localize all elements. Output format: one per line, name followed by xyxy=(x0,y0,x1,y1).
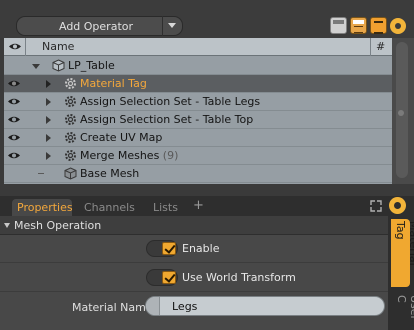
list-scrollbar[interactable] xyxy=(392,38,414,184)
expand-arrow-icon[interactable] xyxy=(46,116,51,124)
mesh-cube-icon xyxy=(64,167,77,180)
gear-icon xyxy=(65,132,76,143)
expand-arrow-icon[interactable] xyxy=(46,152,51,160)
material-name-label: Material Name xyxy=(72,301,153,314)
add-operator-button[interactable]: Add Operator xyxy=(16,16,183,36)
section-title: Mesh Operation xyxy=(14,219,102,232)
section-header[interactable]: Mesh Operation xyxy=(0,216,388,235)
expand-arrow-icon[interactable] xyxy=(46,98,51,106)
add-operator-label: Add Operator xyxy=(58,20,134,33)
material-name-row: Material Name Legs xyxy=(0,293,388,321)
eye-icon[interactable] xyxy=(7,79,21,88)
side-tab-label: Material Tag xyxy=(394,221,414,266)
table-view-icon[interactable] xyxy=(350,17,367,34)
collapse-arrow-icon[interactable] xyxy=(4,223,10,228)
checkmark-icon xyxy=(162,242,176,255)
gear-icon xyxy=(65,96,76,107)
list-view-icon[interactable] xyxy=(330,17,347,34)
expand-icon[interactable] xyxy=(370,200,382,212)
gear-icon xyxy=(65,114,76,125)
scrollbar-grip-icon xyxy=(398,110,404,116)
list-item-label: Base Mesh xyxy=(80,167,140,180)
field-grip[interactable] xyxy=(146,297,160,315)
list-item[interactable]: Merge Meshes (9) xyxy=(4,147,392,165)
visibility-column-header[interactable] xyxy=(4,38,26,56)
mesh-cube-icon xyxy=(52,59,65,72)
gear-icon xyxy=(65,78,76,89)
list-item[interactable]: Create UV Map xyxy=(4,129,392,147)
eye-icon[interactable] xyxy=(7,151,21,160)
list-header: Name # xyxy=(4,38,392,56)
operator-toolbar: Add Operator xyxy=(0,0,414,38)
world-transform-label: Use World Transform xyxy=(182,271,296,284)
expand-arrow-icon[interactable] xyxy=(46,80,51,88)
enable-row: Enable xyxy=(0,235,388,263)
add-tab-button[interactable]: + xyxy=(193,198,204,213)
list-item-count: (9) xyxy=(162,149,179,162)
eye-icon[interactable] xyxy=(7,97,21,106)
list-item-label: Create UV Map xyxy=(80,131,163,144)
row-divider xyxy=(0,291,388,292)
side-tab-material-tag[interactable]: Material Tag xyxy=(391,219,414,287)
list-item-label: Assign Selection Set - Table Legs xyxy=(80,95,261,108)
tab-properties[interactable]: Properties xyxy=(12,199,73,216)
tab-lists[interactable]: Lists xyxy=(142,199,188,216)
tab-label: Channels xyxy=(84,201,135,214)
column-divider[interactable] xyxy=(370,38,371,56)
enable-checkbox[interactable] xyxy=(146,240,178,257)
tab-channels[interactable]: Channels xyxy=(78,199,136,216)
side-tab-user-channels[interactable]: User C xyxy=(393,292,414,330)
operator-list: Name # LP_Table Material Tag Assign Sele… xyxy=(4,38,392,184)
material-name-field[interactable]: Legs xyxy=(145,296,385,316)
expand-arrow-icon[interactable] xyxy=(46,134,51,142)
properties-tabbar: Properties Channels Lists + xyxy=(0,196,414,216)
list-item[interactable]: Assign Selection Set - Table Top xyxy=(4,111,392,129)
list-item-label: Material Tag xyxy=(80,77,147,90)
world-transform-checkbox[interactable] xyxy=(146,269,178,286)
world-transform-row: Use World Transform xyxy=(0,264,388,292)
material-name-value: Legs xyxy=(172,300,198,313)
list-item-label: Assign Selection Set - Table Top xyxy=(80,113,254,126)
expand-arrow-icon[interactable] xyxy=(32,64,40,69)
tree-connector xyxy=(38,173,44,174)
list-item[interactable]: LP_Table xyxy=(4,57,392,75)
settings-icon[interactable] xyxy=(390,18,406,34)
list-item-label: Merge Meshes (9) xyxy=(80,149,178,162)
eye-icon[interactable] xyxy=(7,133,21,142)
list-item-label: LP_Table xyxy=(68,59,115,72)
enable-label: Enable xyxy=(182,242,220,255)
tab-label: Properties xyxy=(17,201,73,214)
list-item-name: Merge Meshes xyxy=(80,149,160,162)
properties-panel: Mesh Operation Enable Use World Transfor… xyxy=(0,216,388,330)
gear-icon[interactable] xyxy=(389,197,406,214)
side-tab-label: User C xyxy=(395,295,414,321)
panel-divider[interactable] xyxy=(0,184,414,196)
list-item-selected[interactable]: Material Tag xyxy=(4,75,392,93)
checkmark-icon xyxy=(162,271,176,284)
gear-icon xyxy=(65,150,76,161)
tab-label: Lists xyxy=(153,201,178,214)
row-divider xyxy=(0,262,388,263)
eye-icon xyxy=(9,43,21,50)
count-column-header[interactable]: # xyxy=(376,40,385,53)
list-item[interactable]: Base Mesh xyxy=(4,165,392,183)
columns-view-icon[interactable] xyxy=(370,17,387,34)
list-item[interactable]: Assign Selection Set - Table Legs xyxy=(4,93,392,111)
name-column-header[interactable]: Name xyxy=(42,40,74,53)
chevron-down-icon[interactable] xyxy=(162,16,182,36)
eye-icon[interactable] xyxy=(7,115,21,124)
